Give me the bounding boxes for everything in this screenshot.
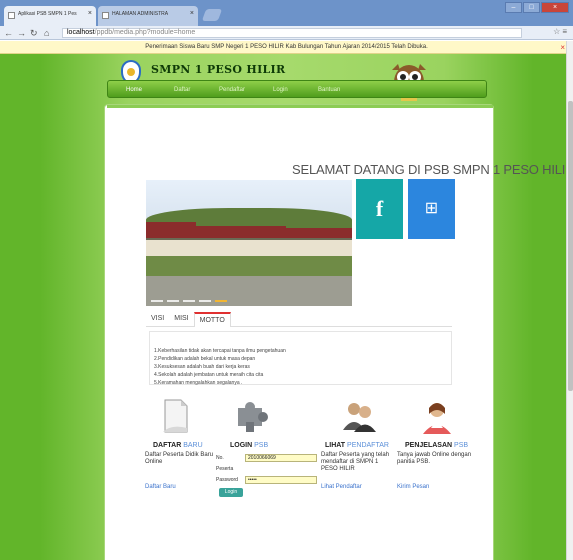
browser-titlebar: Aplikasi PSB SMPN 1 Pes × HALAMAN ADMINI… — [0, 0, 573, 26]
close-icon[interactable]: × — [560, 41, 565, 54]
users-icon — [343, 403, 376, 432]
browser-tab-psb[interactable]: Aplikasi PSB SMPN 1 Pes × — [4, 6, 96, 26]
nav-bantuan[interactable]: Bantuan — [318, 87, 340, 93]
welcome-heading: SELAMAT DATANG DI PSB SMPN 1 PESO HILIR — [292, 162, 573, 177]
motto-line: 2.Pendidikan adalah bekal untuk masa dep… — [154, 356, 256, 362]
scroll-thumb[interactable] — [568, 101, 573, 391]
nav-login[interactable]: Login — [273, 87, 288, 93]
login-form: No. 2010066069 Peserta Password ••••• Lo… — [216, 454, 326, 497]
document-icon — [163, 399, 188, 433]
main-nav: Home Daftar Pendaftar Login Bantuan — [107, 80, 487, 98]
feature-login: LOGIN PSB — [210, 398, 295, 449]
announcement-bar: Penerimaan Siswa Baru SMP Negeri 1 PESO … — [0, 41, 573, 54]
tab-visi[interactable]: VISI — [146, 312, 169, 327]
no-peserta-input[interactable]: 2010066069 — [245, 454, 317, 462]
feature-desc: Tanya jawab Online dengan panitia PSB. — [397, 452, 472, 465]
facebook-icon[interactable]: f — [356, 179, 403, 239]
feature-title: LIHAT PENDAFTAR — [325, 442, 389, 449]
motto-line: 5.Keramahan mengalahkan segalanya . — [154, 380, 243, 386]
window-controls: – □ × — [505, 2, 569, 13]
slider-dots — [151, 300, 227, 302]
close-window-icon[interactable]: × — [541, 2, 569, 13]
site-header: SMPN 1 PESO HILIR Home Daftar Pendaftar … — [107, 60, 487, 101]
feature-desc: Daftar Peserta Didik Baru Online — [145, 452, 214, 465]
info-tabs: VISI MISI MOTTO — [146, 312, 452, 327]
slider-dot[interactable] — [199, 300, 211, 302]
announcement-text: Penerimaan Siswa Baru SMP Negeri 1 PESO … — [145, 44, 428, 50]
site-title: SMPN 1 PESO HILIR — [151, 63, 286, 76]
url-path: /ppdb/media.php?module=home — [94, 29, 196, 36]
no-peserta-label: No. — [216, 455, 224, 461]
password-label: Password — [216, 477, 238, 483]
panel-top-band — [107, 105, 493, 108]
slider-dot[interactable] — [167, 300, 179, 302]
tab-title: HALAMAN ADMINISTRA — [112, 11, 169, 17]
peserta-row: Peserta — [216, 465, 326, 476]
motto-line: 3.Kesuksesan adalah buah dari kerja kera… — [154, 364, 250, 370]
feature-penjelasan: PENJELASAN PSB Tanya jawab Online dengan… — [397, 398, 482, 490]
home-icon[interactable]: ⌂ — [44, 27, 49, 39]
page-background: Penerimaan Siswa Baru SMP Negeri 1 PESO … — [0, 41, 573, 560]
new-tab-button[interactable] — [201, 9, 223, 21]
puzzle-icon — [238, 402, 268, 432]
nav-pendaftar[interactable]: Pendaftar — [219, 87, 245, 93]
feature-daftar-baru: DAFTAR BARU Daftar Peserta Didik Baru On… — [135, 398, 220, 490]
feature-title: LOGIN PSB — [230, 442, 269, 449]
tab-misi[interactable]: MISI — [169, 312, 193, 327]
toolbar-icons[interactable]: ☆≡ — [553, 27, 569, 36]
forward-icon[interactable]: → — [17, 27, 26, 39]
tab-motto[interactable]: MOTTO — [193, 312, 231, 327]
slider-dot[interactable] — [183, 300, 195, 302]
kirim-pesan-link[interactable]: Kirim Pesan — [397, 484, 429, 490]
address-bar[interactable]: localhost/ppdb/media.php?module=home — [62, 28, 522, 38]
maximize-icon[interactable]: □ — [523, 2, 540, 13]
close-tab-icon[interactable]: × — [88, 10, 92, 17]
windows-icon[interactable]: ⊞ — [408, 179, 455, 239]
peserta-label: Peserta — [216, 466, 234, 472]
school-photo-slider[interactable] — [146, 180, 352, 306]
page-scrollbar[interactable] — [566, 41, 573, 560]
feature-lihat-pendaftar: LIHAT PENDAFTAR Daftar Peserta yang tela… — [319, 398, 404, 490]
close-tab-icon[interactable]: × — [190, 10, 194, 17]
browser-tab-admin[interactable]: HALAMAN ADMINISTRA × — [98, 6, 198, 26]
daftar-baru-link[interactable]: Daftar Baru — [145, 484, 176, 490]
nav-daftar[interactable]: Daftar — [174, 87, 190, 93]
motto-panel: 1.Keberhasilan tidak akan tercapai tanpa… — [149, 331, 452, 386]
support-agent-icon — [423, 403, 451, 434]
login-button[interactable]: Login — [219, 488, 243, 497]
motto-line: 1.Keberhasilan tidak akan tercapai tanpa… — [154, 348, 286, 354]
nav-home[interactable]: Home — [126, 87, 142, 93]
url-host: localhost — [67, 29, 95, 36]
motto-line: 4.Sekolah adalah jembatan untuk meraih c… — [154, 372, 264, 378]
page-icon — [102, 12, 109, 19]
minimize-icon[interactable]: – — [505, 2, 522, 13]
slider-dot-active[interactable] — [215, 300, 227, 302]
tab-title: Aplikasi PSB SMPN 1 Pes — [18, 11, 77, 17]
page-icon — [8, 12, 15, 19]
feature-desc: Daftar Peserta yang telah mendaftar di S… — [321, 452, 390, 472]
feature-title: DAFTAR BARU — [153, 442, 203, 449]
no-peserta-row: No. 2010066069 — [216, 454, 326, 465]
password-input[interactable]: ••••• — [245, 476, 317, 484]
lihat-pendaftar-link[interactable]: Lihat Pendaftar — [321, 484, 362, 490]
reload-icon[interactable]: ↻ — [30, 27, 38, 39]
content-panel: SELAMAT DATANG DI PSB SMPN 1 PESO HILIR … — [104, 104, 573, 560]
browser-toolbar: ← → ↻ ⌂ localhost/ppdb/media.php?module=… — [0, 26, 573, 40]
feature-title: PENJELASAN PSB — [405, 442, 469, 449]
slider-dot[interactable] — [151, 300, 163, 302]
password-row: Password ••••• — [216, 476, 326, 487]
back-icon[interactable]: ← — [4, 27, 13, 39]
